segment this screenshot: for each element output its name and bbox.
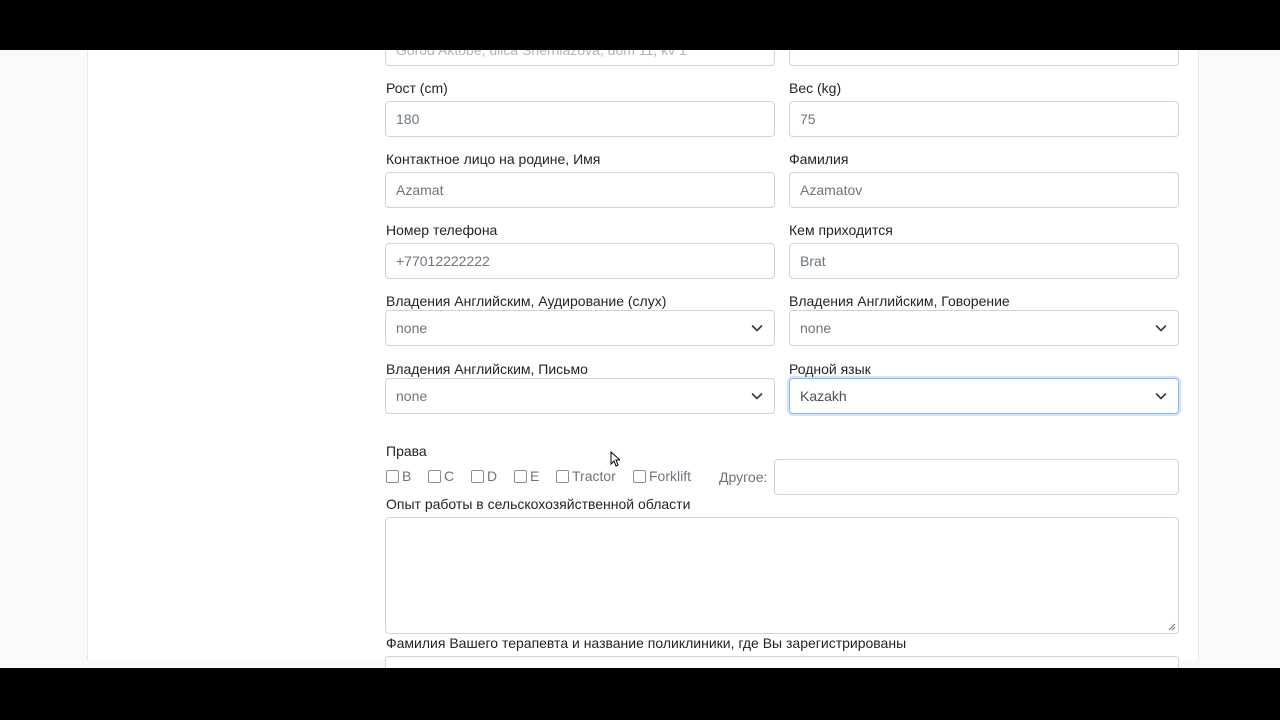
english-writing-label: Владения Английским, Письмо [386,361,588,377]
mouse-pointer-icon [610,451,620,467]
license-d-option[interactable]: D [471,468,497,484]
agri-experience-label: Опыт работы в сельскохозяйственной облас… [386,496,691,512]
contact-surname-input[interactable]: Azamatov [789,172,1179,208]
chevron-down-icon [1155,325,1167,332]
license-b-label: B [402,468,412,484]
native-language-label: Родной язык [789,361,871,377]
license-e-label: E [530,468,540,484]
english-speaking-select[interactable]: none [789,310,1179,346]
licenses-label: Права [386,443,427,459]
address-value: Gorod Aktobe, ulica Sherniazova, dom 11,… [396,50,687,58]
height-input[interactable]: 180 [385,101,775,137]
height-label: Рост (cm) [386,80,448,96]
contact-name-input[interactable]: Azamat [385,172,775,208]
contact-name-label: Контактное лицо на родине, Имя [386,151,601,167]
native-language-select[interactable]: Kazakh [789,378,1179,414]
weight-input[interactable]: 75 [789,101,1179,137]
therapist-label: Фамилия Вашего терапевта и название поли… [386,635,907,651]
license-c-option[interactable]: C [428,468,454,484]
english-speaking-value: none [800,320,832,336]
license-tractor-label: Tractor [572,468,616,484]
english-listening-value: none [396,320,428,336]
license-e-option[interactable]: E [514,468,539,484]
license-forklift-label: Forklift [649,468,691,484]
previous-row-right-input[interactable] [789,50,1179,66]
license-d-label: D [487,468,498,484]
english-listening-select[interactable]: none [385,310,775,346]
english-listening-label: Владения Английским, Аудирование (слух) [386,293,667,309]
weight-label: Вес (kg) [789,80,842,96]
license-tractor-checkbox[interactable] [556,469,569,483]
agri-experience-textarea[interactable] [385,517,1179,634]
english-speaking-label: Владения Английским, Говорение [789,293,1010,309]
contact-surname-label: Фамилия [789,151,849,167]
resize-grip-icon[interactable] [1168,623,1176,631]
english-writing-select[interactable]: none [385,378,775,414]
relation-input[interactable]: Brat [789,243,1179,279]
license-forklift-checkbox[interactable] [633,469,646,483]
chevron-down-icon [751,325,763,332]
phone-label: Номер телефона [386,222,498,238]
address-input[interactable]: Gorod Aktobe, ulica Sherniazova, dom 11,… [385,50,775,66]
letterbox-bottom [0,668,1280,720]
license-b-checkbox[interactable] [386,469,399,483]
license-other-label: Другое: [719,469,768,485]
browser-viewport: Gorod Aktobe, ulica Sherniazova, dom 11,… [0,50,1280,668]
english-writing-value: none [396,388,428,404]
letterbox-top [0,0,1280,50]
chevron-down-icon [751,393,763,400]
chevron-down-icon [1155,393,1167,400]
native-language-value: Kazakh [800,388,847,404]
therapist-input[interactable] [385,656,1179,668]
license-forklift-option[interactable]: Forklift [633,468,691,484]
license-d-checkbox[interactable] [471,469,484,483]
license-other-input[interactable] [774,459,1179,495]
license-e-checkbox[interactable] [514,469,527,483]
license-c-checkbox[interactable] [428,469,441,483]
license-b-option[interactable]: B [386,468,411,484]
relation-label: Кем приходится [789,222,893,238]
phone-input[interactable]: +77012222222 [385,243,775,279]
license-tractor-option[interactable]: Tractor [556,468,616,484]
license-c-label: C [444,468,455,484]
